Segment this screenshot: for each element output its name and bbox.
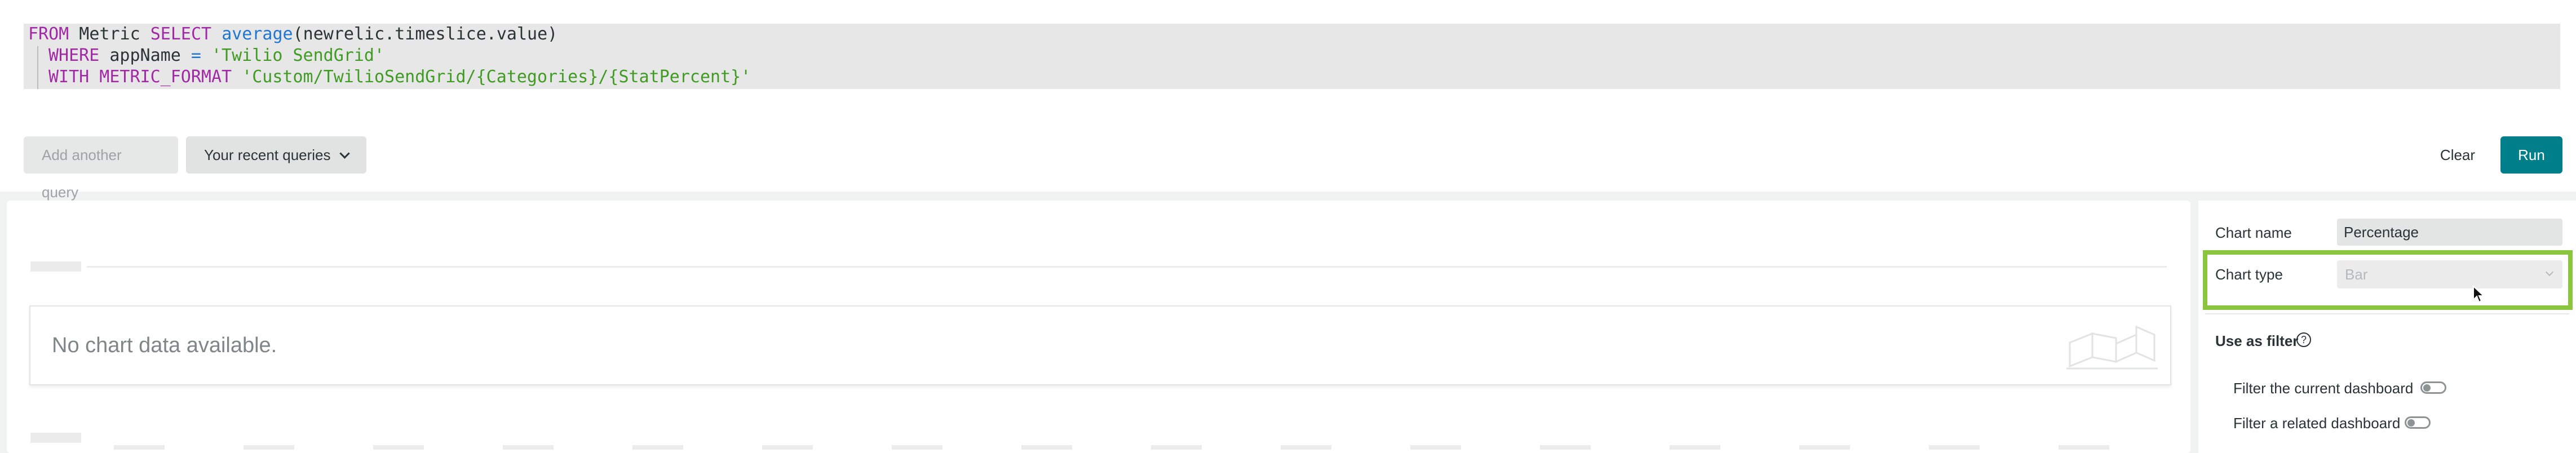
query-token: (newrelic.timeslice.value) [293,24,558,44]
chart-name-input[interactable]: Percentage [2337,219,2562,246]
query-token: 'Twilio SendGrid' [211,46,385,65]
chart-name-label: Chart name [2215,224,2292,241]
mouse-cursor-icon [2473,285,2485,303]
skeleton-x-axis [29,445,2171,453]
query-token [211,24,222,44]
chevron-down-icon [2545,268,2554,277]
filter-current-dashboard-toggle[interactable] [2420,381,2446,394]
chart-type-value: Bar [2345,266,2368,283]
chart-panel: No chart data available. [7,201,2190,453]
query-token: Metric [69,24,151,44]
recent-queries-dropdown[interactable]: Your recent queries [186,136,366,174]
query-token: WHERE [48,46,100,65]
query-token: WITH METRIC_FORMAT [48,67,232,87]
chart-type-select[interactable]: Bar [2337,260,2562,288]
empty-chart-illustration-icon [2066,325,2158,370]
query-token: FROM [28,24,69,44]
filter-current-dashboard-label: Filter the current dashboard [2233,380,2414,397]
query-token: SELECT [150,24,212,44]
query-token: average [222,24,293,44]
skeleton-gridline [87,266,2167,268]
no-chart-data-card: No chart data available. [29,305,2171,385]
recent-queries-label: Your recent queries [204,146,331,163]
filter-related-dashboard-toggle[interactable] [2405,416,2431,429]
query-line-3: WITH METRIC_FORMAT 'Custom/TwilioSendGri… [48,66,751,88]
filter-related-dashboard-label: Filter a related dashboard [2233,415,2401,432]
chart-type-label: Chart type [2215,266,2283,283]
help-icon[interactable]: ? [2296,332,2311,347]
add-another-query-button[interactable]: Add another query [24,136,178,201]
query-builder: FROM Metric SELECT average(newrelic.time… [0,0,2576,201]
chart-settings-panel: Chart name Percentage Chart type Bar Use… [2198,201,2576,453]
query-token [232,67,242,87]
no-chart-data-message: No chart data available. [52,334,277,357]
query-token: appName [99,46,191,65]
nrql-editor[interactable]: FROM Metric SELECT average(newrelic.time… [24,24,2560,89]
query-token: Categories, StatPercent [110,88,355,89]
run-button[interactable]: Run [2500,136,2562,174]
skeleton-axis-label-bottom [30,433,81,443]
query-token [201,46,211,65]
query-line-1: FROM Metric SELECT average(newrelic.time… [28,24,557,45]
query-token: 'Custom/TwilioSendGrid/{Categories}/{Sta… [242,67,751,87]
query-line-2: WHERE appName = 'Twilio SendGrid' [48,45,384,66]
chevron-down-icon [339,148,350,159]
use-as-filter-title: Use as filter [2215,332,2299,349]
query-token: FACET [60,88,110,89]
skeleton-axis-label [30,261,81,272]
query-line-4: FACET Categories, StatPercent [60,88,355,89]
clear-button[interactable]: Clear [2423,136,2493,174]
indent-guide [37,46,38,89]
divider [2205,313,2569,314]
query-token: = [191,46,201,65]
